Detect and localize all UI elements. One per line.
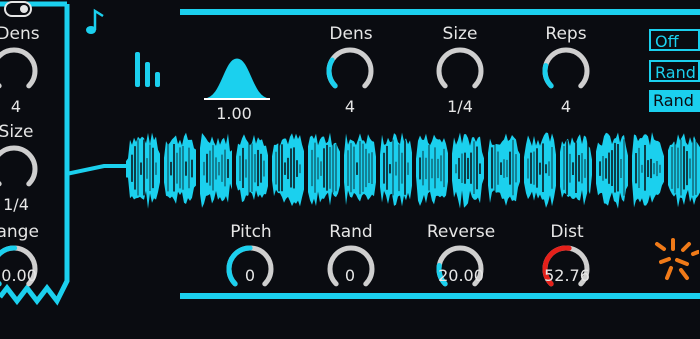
reps-label: Reps (545, 24, 587, 44)
side-dens-knob[interactable] (0, 44, 41, 98)
dist-value: 52.76 (544, 266, 590, 285)
waveform-notch (160, 134, 164, 204)
side-dens-value: 4 (10, 97, 22, 116)
waveform-notch (376, 134, 380, 204)
reps-knob[interactable] (539, 44, 593, 98)
rand-button-active[interactable]: Rand (649, 90, 700, 112)
waveform-notch (484, 134, 488, 204)
waveform-notch (448, 134, 452, 204)
music-note-icon[interactable] (84, 7, 106, 37)
dens-value: 4 (344, 97, 356, 116)
size-knob[interactable] (433, 44, 487, 98)
waveform-notch (304, 134, 308, 204)
reps-value: 4 (560, 97, 572, 116)
waveform-notch (268, 134, 272, 204)
waveform-notch (628, 134, 632, 204)
waveform-notch (196, 134, 200, 204)
waveform-notch (556, 134, 560, 204)
size-label: Size (442, 24, 478, 44)
waveform-display[interactable] (126, 124, 700, 214)
bar-graph-icon[interactable] (133, 52, 165, 88)
side-dens-label: Dens (0, 24, 40, 44)
gaussian-curve-icon[interactable] (202, 55, 272, 101)
size-value: 1/4 (447, 97, 473, 116)
waveform-notch (664, 134, 668, 204)
reverse-value: 20.00 (438, 266, 484, 285)
rand-value: 0 (344, 266, 356, 285)
dens-label: Dens (329, 24, 373, 44)
side-size-value: 1/4 (3, 195, 29, 214)
waveform-notch (412, 134, 416, 204)
pitch-value: 0 (244, 266, 256, 285)
side-range-value: 50.00 (0, 266, 37, 285)
top-bar-line (180, 9, 700, 15)
dist-label: Dist (550, 222, 584, 242)
waveform-notch (340, 134, 344, 204)
side-range-label: Range (0, 222, 39, 242)
toggle-switch-icon[interactable] (4, 1, 32, 17)
envelope-value: 1.00 (216, 104, 252, 123)
waveform-notch (520, 134, 524, 204)
rand-button-outline[interactable]: Rand (649, 60, 700, 82)
waveform-notch (232, 134, 236, 204)
random-dice-icon[interactable] (653, 238, 700, 282)
side-size-label: Size (0, 122, 34, 142)
side-size-knob[interactable] (0, 142, 41, 196)
pitch-label: Pitch (230, 222, 272, 242)
rand-label: Rand (329, 222, 373, 242)
dens-knob[interactable] (323, 44, 377, 98)
waveform-notch (592, 134, 596, 204)
reverse-label: Reverse (426, 222, 496, 242)
off-button[interactable]: Off (649, 29, 700, 51)
toggle-knob (20, 5, 28, 13)
